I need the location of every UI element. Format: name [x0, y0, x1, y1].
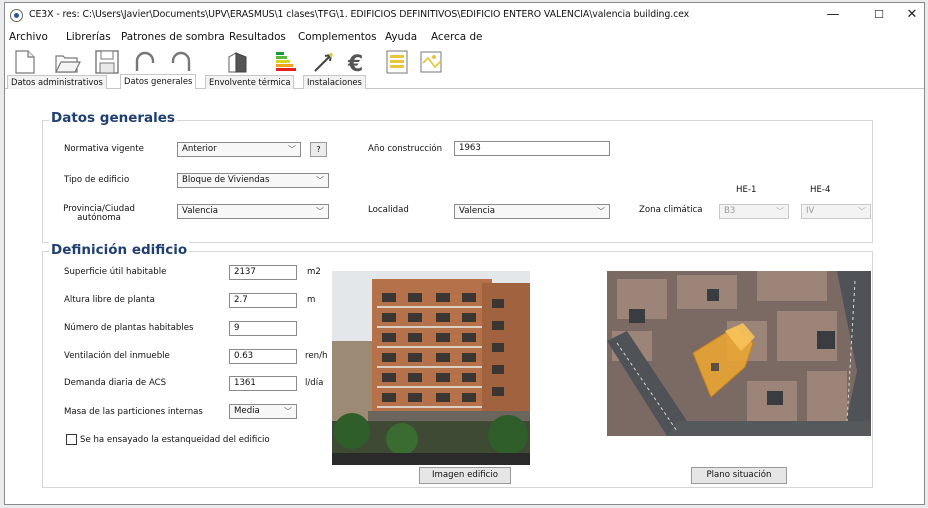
superficie-unit: m2	[307, 267, 321, 277]
altura-unit: m	[307, 295, 316, 305]
plantas-label: Número de plantas habitables	[64, 323, 194, 333]
chevron-down-icon: ﹀	[284, 407, 292, 416]
normativa-value: Anterior	[182, 144, 217, 154]
ventilacion-unit: ren/h	[305, 351, 328, 361]
tab-content: Datos generales Normativa vigente Anteri…	[5, 89, 924, 504]
application-window: CE3X - res: C:\Users\Javier\Documents\UP…	[4, 2, 925, 505]
building-definition-title: Definición edificio	[49, 242, 190, 258]
zona-climatica-label: Zona climática	[639, 205, 703, 215]
maximize-button[interactable]: ☐	[865, 6, 893, 24]
zona-he4-value: IV	[806, 206, 815, 216]
masa-value: Media	[234, 406, 260, 416]
imagen-edificio-button[interactable]: Imagen edificio	[419, 467, 511, 484]
tab-bar: Datos administrativos Datos generales En…	[5, 74, 924, 89]
menu-ayuda[interactable]: Ayuda	[385, 31, 417, 43]
estanqueidad-checkbox[interactable]	[66, 434, 77, 445]
chevron-down-icon: ﹀	[776, 207, 784, 216]
title-bar: CE3X - res: C:\Users\Javier\Documents\UP…	[5, 3, 924, 29]
provincia-select[interactable]: Valencia ﹀	[177, 204, 329, 219]
tab-envolvente-termica[interactable]: Envolvente térmica	[205, 75, 295, 89]
tipo-edificio-label: Tipo de edificio	[64, 175, 130, 185]
plano-situacion-button[interactable]: Plano situación	[691, 467, 787, 484]
tab-datos-generales[interactable]: Datos generales	[120, 74, 197, 89]
site-plan-map	[607, 271, 871, 436]
chevron-down-icon: ﹀	[597, 207, 605, 216]
building-photo	[332, 271, 530, 465]
improvement-measures-icon[interactable]	[311, 49, 339, 75]
menu-archivo[interactable]: Archivo	[9, 31, 48, 43]
provincia-label: Provincia/Ciudad autónoma	[63, 205, 135, 223]
close-button[interactable]: ✕	[898, 6, 924, 24]
acs-input[interactable]: 1361	[229, 376, 297, 391]
ventilacion-label: Ventilación del inmueble	[64, 351, 170, 361]
minimize-button[interactable]: —	[819, 6, 847, 24]
menu-bar: Archivo Librerías Patrones de sombra Res…	[5, 29, 924, 47]
save-icon[interactable]	[93, 49, 121, 75]
altura-label: Altura libre de planta	[64, 295, 155, 305]
ventilacion-input[interactable]: 0.63	[229, 349, 297, 364]
menu-acerca-de[interactable]: Acerca de	[431, 31, 482, 43]
altura-input[interactable]: 2.7	[229, 293, 297, 308]
localidad-select[interactable]: Valencia ﹀	[454, 204, 610, 219]
zona-he1-select: B3 ﹀	[719, 204, 789, 219]
provincia-value: Valencia	[182, 206, 218, 216]
he4-label: HE-4	[810, 185, 831, 195]
superficie-label: Superficie útil habitable	[64, 267, 167, 277]
tipo-edificio-select[interactable]: Bloque de Viviendas ﹀	[177, 173, 329, 188]
euro-symbol: €	[347, 52, 363, 75]
new-file-icon[interactable]	[11, 49, 39, 75]
menu-complementos[interactable]: Complementos	[298, 31, 377, 43]
report-icon[interactable]	[383, 49, 411, 75]
chevron-down-icon: ﹀	[316, 176, 324, 185]
redo-icon[interactable]	[167, 49, 195, 75]
menu-librerias[interactable]: Librerías	[66, 31, 111, 43]
chevron-down-icon: ﹀	[858, 207, 866, 216]
localidad-value: Valencia	[459, 206, 495, 216]
tipo-edificio-value: Bloque de Viviendas	[182, 175, 270, 185]
anio-construccion-input[interactable]: 1963	[454, 141, 610, 156]
normativa-select[interactable]: Anterior ﹀	[177, 142, 301, 157]
chevron-down-icon: ﹀	[316, 207, 324, 216]
localidad-label: Localidad	[368, 205, 409, 215]
zona-he1-value: B3	[724, 206, 736, 216]
he1-label: HE-1	[736, 185, 757, 195]
general-data-panel	[42, 120, 873, 243]
acs-unit: l/día	[305, 378, 324, 388]
normativa-help-button[interactable]: ?	[310, 142, 327, 157]
acs-label: Demanda diaria de ACS	[64, 378, 167, 388]
superficie-input[interactable]: 2137	[229, 265, 297, 280]
estanqueidad-label: Se ha ensayado la estanqueidad del edifi…	[80, 435, 270, 445]
open-folder-icon[interactable]	[53, 49, 81, 75]
zona-he4-select: IV ﹀	[801, 204, 871, 219]
tab-instalaciones[interactable]: Instalaciones	[303, 75, 366, 89]
building-icon[interactable]	[224, 49, 252, 75]
provincia-label-line2: autónoma	[77, 213, 121, 223]
masa-label: Masa de las particiones internas	[64, 407, 203, 417]
window-title: CE3X - res: C:\Users\Javier\Documents\UP…	[29, 9, 690, 20]
euro-icon[interactable]: €	[343, 49, 371, 77]
anio-construccion-label: Año construcción	[368, 144, 443, 154]
chevron-down-icon: ﹀	[288, 145, 296, 154]
plantas-input[interactable]: 9	[229, 321, 297, 336]
menu-resultados[interactable]: Resultados	[229, 31, 286, 43]
tab-datos-administrativos[interactable]: Datos administrativos	[7, 75, 107, 89]
undo-icon[interactable]	[131, 49, 159, 75]
general-data-title: Datos generales	[49, 110, 177, 126]
masa-select[interactable]: Media ﹀	[229, 404, 297, 419]
app-logo-icon	[10, 9, 23, 22]
toolbar: €	[5, 47, 924, 77]
normativa-label: Normativa vigente	[64, 144, 144, 154]
image-icon[interactable]	[417, 49, 445, 75]
menu-patrones-sombra[interactable]: Patrones de sombra	[121, 31, 225, 43]
energy-rating-icon[interactable]	[273, 49, 301, 75]
